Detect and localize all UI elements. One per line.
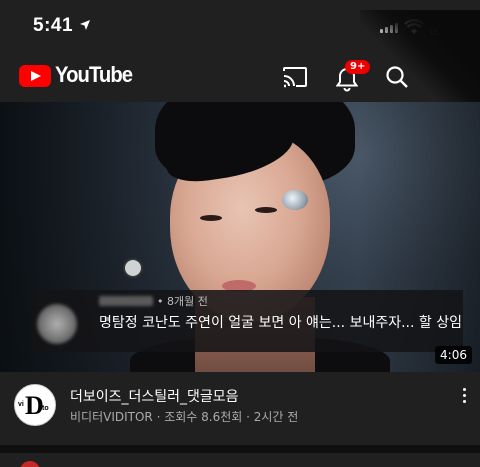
thumbnail-eye-right	[255, 207, 277, 213]
more-options-icon[interactable]	[460, 388, 468, 406]
comment-meta: • 8개월 전	[157, 295, 208, 308]
wifi-icon	[404, 19, 424, 34]
channel-avatar[interactable]: vi D to	[14, 384, 56, 426]
microphone	[125, 260, 141, 276]
video-title[interactable]: 더보이즈_더스틸러_댓글모음	[70, 386, 239, 406]
app-header: YouTube 9+	[0, 52, 480, 102]
video-meta[interactable]: vi D to 더보이즈_더스틸러_댓글모음 비디터VIDITOR · 조회수 …	[0, 372, 480, 445]
video-thumbnail[interactable]: • 8개월 전 명탐정 코난도 주연이 얼굴 보면 아 얘는... 보내주자..…	[0, 102, 480, 372]
commenter-name-blurred	[99, 296, 153, 306]
video-subtitle: 비디터VIDITOR · 조회수 8.6천회 · 2시간 전	[70, 410, 299, 424]
notification-badge: 9+	[345, 60, 371, 74]
channel-logo-mark: to	[42, 405, 49, 412]
comment-text: 명탐정 코난도 주연이 얼굴 보면 아 얘는... 보내주자... 할 상임	[99, 315, 462, 331]
status-bar: 5:41	[0, 0, 480, 52]
location-arrow-icon	[80, 20, 90, 30]
battery-icon	[430, 20, 464, 35]
cast-icon[interactable]	[282, 66, 308, 88]
comment-overlay: • 8개월 전 명탐정 코난도 주연이 얼굴 보면 아 얘는... 보내주자..…	[31, 290, 463, 352]
search-icon[interactable]	[385, 65, 409, 89]
channel-logo-letter: D	[25, 391, 44, 420]
next-item-avatar[interactable]	[20, 461, 40, 467]
next-feed-item[interactable]	[0, 453, 480, 467]
video-duration: 4:06	[435, 346, 472, 364]
status-time: 5:41	[33, 15, 74, 36]
youtube-logo-icon[interactable]	[19, 65, 51, 87]
thumbnail-eye-left	[200, 215, 222, 221]
feed-divider	[0, 445, 480, 453]
cellular-signal-icon	[380, 23, 398, 33]
in-ear-monitor	[282, 190, 308, 210]
commenter-avatar-blurred	[37, 304, 77, 344]
youtube-wordmark[interactable]: YouTube	[55, 62, 133, 88]
channel-logo-mark: vi	[18, 401, 24, 408]
